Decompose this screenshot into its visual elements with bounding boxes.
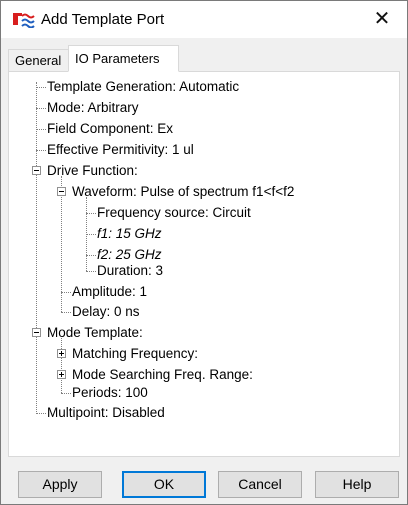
collapse-drive-function-icon[interactable] — [32, 166, 41, 175]
close-icon[interactable]: ✕ — [369, 6, 395, 32]
ok-button[interactable]: OK — [122, 471, 206, 498]
footer-separator — [8, 457, 400, 458]
tab-general[interactable]: General — [8, 49, 69, 71]
tree-item-f1[interactable]: f1: 15 GHz — [97, 224, 162, 244]
tree-item-amplitude[interactable]: Amplitude: 1 — [72, 282, 147, 302]
tree-item-duration[interactable]: Duration: 3 — [97, 261, 163, 281]
add-template-port-dialog: Add Template Port ✕ General IO Parameter… — [0, 0, 408, 505]
app-logo-icon — [13, 13, 35, 28]
title-bar: Add Template Port ✕ — [1, 1, 407, 38]
tree-item-mode[interactable]: Mode: Arbitrary — [47, 98, 139, 118]
tree-item-mode-searching-range[interactable]: Mode Searching Freq. Range: — [72, 365, 253, 385]
tree-item-periods[interactable]: Periods: 100 — [72, 383, 148, 403]
io-parameters-panel: Template Generation: Automatic Mode: Arb… — [8, 71, 400, 457]
expand-mode-searching-range-icon[interactable] — [57, 370, 66, 379]
tree-item-field-component[interactable]: Field Component: Ex — [47, 119, 173, 139]
tab-io-parameters[interactable]: IO Parameters — [68, 45, 179, 72]
help-button[interactable]: Help — [315, 471, 399, 498]
tree-item-delay[interactable]: Delay: 0 ns — [72, 302, 140, 322]
tree-item-multipoint[interactable]: Multipoint: Disabled — [47, 403, 165, 423]
tree-item-template-generation[interactable]: Template Generation: Automatic — [47, 77, 239, 97]
dialog-title: Add Template Port — [41, 11, 165, 28]
collapse-waveform-icon[interactable] — [57, 187, 66, 196]
apply-button[interactable]: Apply — [18, 471, 102, 498]
tree-item-frequency-source[interactable]: Frequency source: Circuit — [97, 203, 251, 223]
tree-item-waveform[interactable]: Waveform: Pulse of spectrum f1<f<f2 — [72, 182, 294, 202]
tree-item-effective-permitivity[interactable]: Effective Permitivity: 1 ul — [47, 140, 194, 160]
expand-matching-frequency-icon[interactable] — [57, 349, 66, 358]
collapse-mode-template-icon[interactable] — [32, 328, 41, 337]
parameters-tree: Template Generation: Automatic Mode: Arb… — [9, 72, 399, 456]
cancel-button[interactable]: Cancel — [218, 471, 302, 498]
tree-item-matching-frequency[interactable]: Matching Frequency: — [72, 344, 198, 364]
